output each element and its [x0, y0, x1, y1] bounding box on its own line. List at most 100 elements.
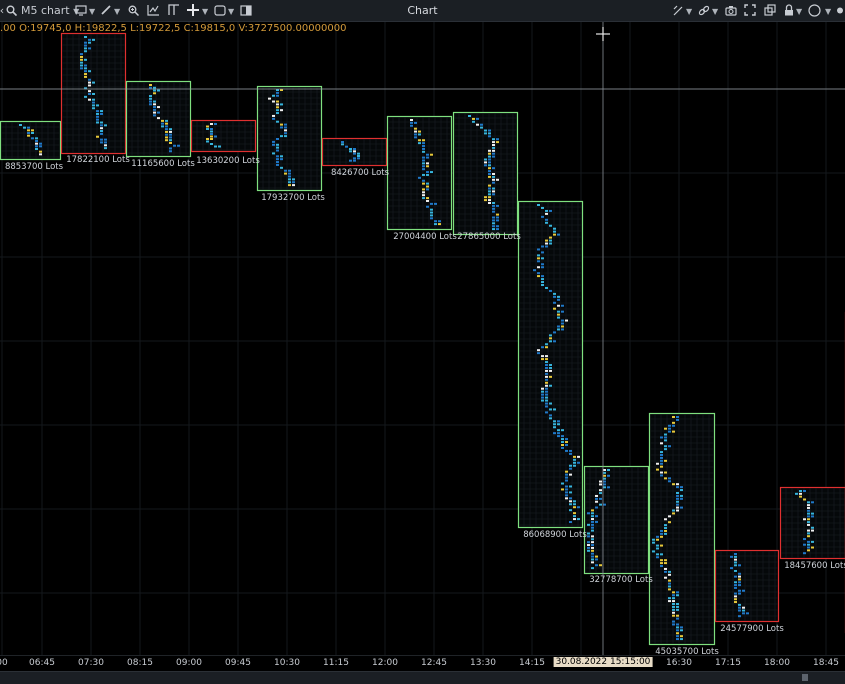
footprint-cell: [480, 123, 483, 126]
footprint-cell: [206, 138, 209, 140]
footprint-cell: [553, 426, 556, 429]
horizontal-scrollbar[interactable]: [0, 671, 845, 684]
footprint-cell: [206, 128, 209, 130]
layout-icon[interactable]: [214, 5, 226, 19]
template-icon[interactable]: [168, 4, 180, 18]
chevron-down-icon[interactable]: ▼: [202, 5, 208, 19]
footprint-cell: [676, 614, 679, 617]
footprint-cell: [680, 494, 683, 497]
footprint-cell: [426, 185, 429, 188]
footprint-cell: [557, 420, 560, 423]
footprint-cell: [738, 609, 741, 612]
footprint-cell: [660, 553, 663, 556]
footprint-cell: [492, 219, 495, 222]
footprint-cell: [668, 521, 671, 524]
footprint-cell: [664, 439, 667, 442]
footprint-cell: [426, 197, 429, 200]
chevron-down-icon[interactable]: ▼: [89, 5, 95, 19]
footprint-cell: [545, 402, 548, 405]
search-icon[interactable]: [6, 5, 17, 19]
indicator-icon[interactable]: [147, 4, 160, 18]
chart-type-icon[interactable]: [75, 5, 87, 19]
footprint-cell: [476, 123, 479, 126]
footprint-cell: [488, 199, 491, 202]
footprint-cell: [414, 130, 417, 133]
chevron-down-icon[interactable]: ▼: [686, 5, 692, 19]
time-axis[interactable]: 00 06:45 07:30 08:15 09:00 09:45 10:30 1…: [0, 655, 845, 671]
magnet-icon[interactable]: [672, 5, 684, 19]
footprint-cell: [541, 390, 544, 393]
footprint-cell: [676, 629, 679, 632]
footprint-cell: [680, 638, 683, 641]
footprint-cell: [746, 612, 749, 615]
footprint-box: [386, 115, 453, 231]
footprint-cell: [92, 101, 95, 104]
footprint-cell: [573, 506, 576, 509]
time-label: 09:00: [176, 658, 202, 668]
footprint-cell: [84, 70, 87, 73]
footprint-cell: [161, 122, 164, 125]
footprint-cell: [537, 260, 540, 263]
footprint-cell: [573, 515, 576, 518]
footprint-cell: [549, 340, 552, 343]
footprint-cell: [284, 135, 287, 138]
footprint-cell: [541, 257, 544, 260]
footprint-cell: [353, 150, 356, 153]
footprint-cell: [652, 541, 655, 544]
chevron-down-icon[interactable]: ▼: [825, 5, 831, 19]
footprint-cell: [488, 155, 491, 158]
timeframe-selector[interactable]: M5 chart ▼: [21, 0, 79, 22]
zoom-icon[interactable]: [128, 5, 139, 19]
footprint-cell: [88, 47, 91, 50]
footprint-cell: [672, 600, 675, 603]
footprint-cell: [488, 184, 491, 187]
footprint-cell: [84, 67, 87, 70]
lock-icon[interactable]: [784, 4, 794, 18]
footprint-cell: [591, 549, 594, 552]
footprint-cell: [656, 468, 659, 471]
link-icon[interactable]: [698, 5, 710, 19]
footprint-cell: [488, 132, 491, 135]
footprint-cell: [557, 432, 560, 435]
footprint-cell: [672, 421, 675, 424]
footprint-cell: [488, 135, 491, 138]
footprint-cell: [660, 529, 663, 532]
footprint-cell: [668, 477, 671, 480]
footprint-cell: [169, 136, 172, 139]
volume-label: 45035700 Lots: [655, 647, 719, 655]
fullscreen-icon[interactable]: [744, 4, 756, 18]
camera-icon[interactable]: [725, 5, 737, 19]
footprint-cell: [660, 535, 663, 538]
footprint-cell: [541, 284, 544, 286]
footprint-cell: [591, 558, 594, 561]
footprint-cell: [742, 612, 745, 615]
footprint-cell: [549, 375, 552, 378]
footprint-cell: [607, 474, 610, 477]
draw-tool-icon[interactable]: [100, 4, 112, 18]
footprint-cell: [92, 93, 95, 95]
footprint-cell: [577, 455, 580, 458]
theme-icon[interactable]: [808, 4, 821, 18]
chevron-down-icon[interactable]: ▼: [114, 5, 120, 19]
chevron-down-icon[interactable]: ▼: [228, 5, 234, 19]
footprint-cell: [734, 581, 737, 584]
footprint-cell: [545, 375, 548, 378]
chevron-down-icon[interactable]: ▼: [712, 5, 718, 19]
time-label: 14:15: [519, 658, 545, 668]
footprint-chart[interactable]: 8853700 Lots17822100 Lots 11165600 Lots 13…: [0, 22, 845, 655]
footprint-cell: [664, 433, 667, 436]
scrollbar-thumb[interactable]: [802, 674, 808, 681]
detach-icon[interactable]: [764, 4, 776, 18]
footprint-cell: [561, 446, 564, 449]
footprint-cell: [422, 191, 425, 194]
panel-icon[interactable]: [240, 5, 252, 19]
footprint-cell: [410, 124, 413, 127]
footprint-cell: [569, 485, 572, 488]
footprint-cell: [104, 138, 107, 141]
settings-icon[interactable]: [835, 5, 845, 19]
volume-label: 13630200 Lots: [196, 156, 260, 166]
footprint-cell: [545, 378, 548, 381]
crosshair-icon[interactable]: [187, 4, 199, 18]
chevron-down-icon[interactable]: ▼: [796, 5, 802, 19]
footprint-cell: [565, 444, 568, 446]
